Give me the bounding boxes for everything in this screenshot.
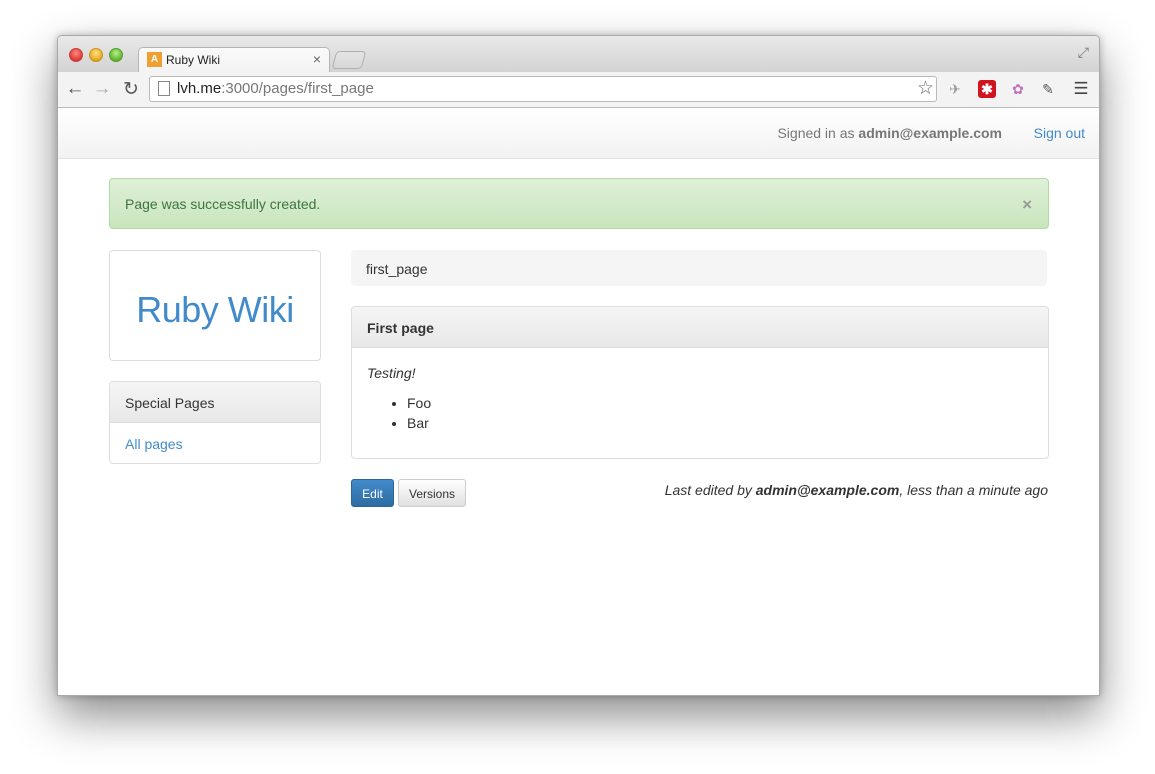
list-item: Bar <box>407 413 1033 433</box>
eyedropper-extension-icon[interactable]: ✎ <box>1039 80 1057 98</box>
breadcrumb-item: first_page <box>366 261 428 277</box>
last-edited-suffix: , less than a minute ago <box>899 482 1048 498</box>
forward-icon[interactable]: → <box>91 78 113 100</box>
logo-panel: Ruby Wiki <box>109 250 321 361</box>
alert-close-icon[interactable]: × <box>1022 195 1032 215</box>
bookmark-star-icon[interactable]: ☆ <box>917 77 934 100</box>
last-edited-info: Last edited by admin@example.com, less t… <box>665 482 1048 498</box>
browser-toolbar: ← → ↻ lvh.me:3000/pages/first_page ☆ ✈ ✱… <box>58 72 1099 108</box>
lastpass-extension-icon[interactable]: ✱ <box>978 80 996 98</box>
url-path: :3000/pages/first_page <box>221 80 374 97</box>
back-icon[interactable]: ← <box>64 78 86 100</box>
fullscreen-icon[interactable]: ⤢ <box>1078 44 1089 61</box>
success-alert: Page was successfully created. × <box>109 178 1049 229</box>
page-icon <box>158 81 170 96</box>
alert-message: Page was successfully created. <box>125 196 321 212</box>
page-content-panel: First page Testing! Foo Bar <box>351 306 1049 459</box>
all-pages-link[interactable]: All pages <box>125 436 183 452</box>
browser-menu-icon[interactable]: ☰ <box>1072 80 1090 98</box>
user-email: admin@example.com <box>858 125 1002 141</box>
page-viewport: Signed in as admin@example.com Sign out … <box>58 108 1099 695</box>
favicon-icon: A <box>147 52 162 67</box>
last-edited-prefix: Last edited by <box>664 482 756 498</box>
tab-strip: A Ruby Wiki × ⤢ <box>58 36 1099 73</box>
list-item: Foo <box>407 393 1033 413</box>
browser-window: A Ruby Wiki × ⤢ ← → ↻ lvh.me:3000/pages/… <box>57 35 1100 696</box>
breadcrumb: first_page <box>351 250 1047 286</box>
sign-out-link[interactable]: Sign out <box>1034 125 1085 141</box>
edit-button[interactable]: Edit <box>351 479 394 507</box>
special-pages-title: Special Pages <box>125 395 215 411</box>
browser-tab[interactable]: A Ruby Wiki × <box>138 47 330 73</box>
last-edited-user: admin@example.com <box>755 482 900 498</box>
page-body: Testing! Foo Bar <box>352 348 1048 448</box>
zoom-window-icon[interactable] <box>109 48 123 62</box>
page-intro: Testing! <box>367 365 416 381</box>
special-pages-panel: Special Pages All pages <box>109 381 321 464</box>
close-window-icon[interactable] <box>69 48 83 62</box>
page-title: First page <box>367 320 434 336</box>
extension-flower-icon[interactable]: ✿ <box>1009 80 1027 98</box>
url-text[interactable]: lvh.me:3000/pages/first_page <box>177 80 374 97</box>
top-navbar: Signed in as admin@example.com Sign out <box>58 108 1099 159</box>
tab-close-icon[interactable]: × <box>313 51 321 67</box>
special-pages-heading: Special Pages <box>110 382 320 423</box>
address-bar[interactable]: lvh.me:3000/pages/first_page ☆ <box>149 76 937 102</box>
new-tab-button[interactable] <box>331 51 367 69</box>
extension-pin-icon[interactable]: ✈ <box>946 80 964 98</box>
site-logo[interactable]: Ruby Wiki <box>110 289 320 331</box>
reload-icon[interactable]: ↻ <box>120 78 142 101</box>
signed-in-prefix: Signed in as <box>777 125 859 141</box>
url-host: lvh.me <box>177 80 222 97</box>
signed-in-status: Signed in as admin@example.com <box>777 125 1002 141</box>
page-list: Foo Bar <box>367 393 1033 433</box>
page-heading: First page <box>352 307 1048 348</box>
tab-title: Ruby Wiki <box>166 53 221 67</box>
versions-button[interactable]: Versions <box>398 479 466 507</box>
minimize-window-icon[interactable] <box>89 48 103 62</box>
